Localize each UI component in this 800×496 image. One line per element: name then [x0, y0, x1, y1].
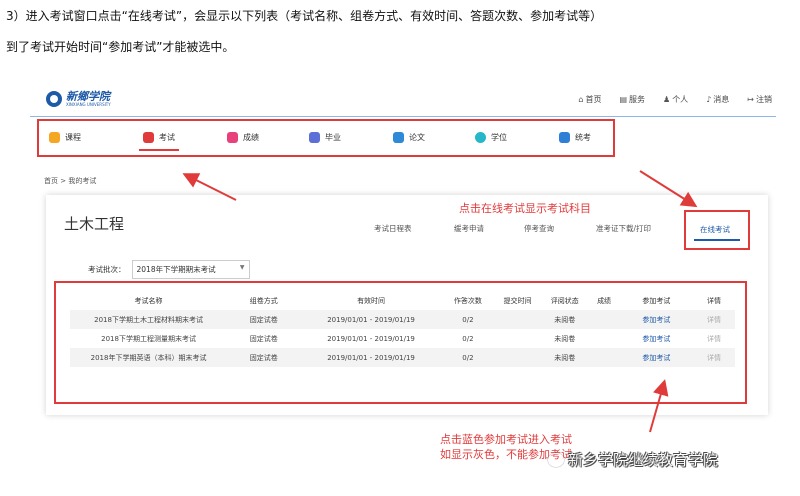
col-submit-time: 提交时间 — [503, 296, 532, 305]
exam-table: 考试名称 组卷方式 有效时间 作答次数 提交时间 评阅状态 成绩 参加考试 详情… — [70, 291, 735, 367]
topnav-personal[interactable]: ♟ 个人 — [663, 94, 688, 105]
service-icon: ▤ — [619, 95, 628, 104]
join-exam-link[interactable]: 参加考试 — [620, 329, 693, 348]
breadcrumb: 首页 > 我的考试 — [44, 177, 97, 185]
subtab-schedule[interactable]: 考试日程表 — [374, 223, 412, 234]
graduation-icon — [309, 132, 320, 143]
home-icon: ⌂ — [578, 95, 584, 104]
exam-batch-filter: 考试批次： 2018年下学期期末考试 ▼ — [88, 260, 250, 279]
table-row: 2018下学期工程测量期末考试 固定试卷 2019/01/01 - 2019/0… — [70, 329, 735, 348]
table-row: 2018年下学期英语（本科）期末考试 固定试卷 2019/01/01 - 201… — [70, 348, 735, 367]
university-logo[interactable]: 新鄉学院 XINXIANG UNIVERSITY — [46, 91, 111, 107]
join-exam-link[interactable]: 参加考试 — [619, 348, 694, 367]
graduation-cap-icon — [475, 132, 486, 143]
topnav-logout[interactable]: ↦ 注销 — [747, 94, 772, 105]
details-link[interactable]: 详情 — [693, 329, 735, 348]
subtab-suspension[interactable]: 停考查询 — [524, 223, 554, 234]
module-tab-grades[interactable]: 成绩 — [227, 132, 259, 143]
course-icon — [49, 132, 60, 143]
logo-emblem-icon — [46, 91, 62, 107]
topnav-home[interactable]: ⌂ 首页 — [578, 94, 601, 105]
exam-table-highlight: 考试名称 组卷方式 有效时间 作答次数 提交时间 评阅状态 成绩 参加考试 详情… — [54, 281, 747, 404]
col-review-status: 评阅状态 — [550, 296, 579, 305]
subtab-online-exam[interactable]: 在线考试 — [684, 210, 750, 250]
header-divider — [30, 116, 776, 117]
batch-label: 考试批次： — [88, 265, 126, 274]
topnav-messages[interactable]: ♪ 消息 — [706, 94, 729, 105]
col-exam-name: 考试名称 — [134, 296, 163, 305]
thesis-icon — [393, 132, 404, 143]
col-join-exam: 参加考试 — [642, 296, 671, 305]
details-link[interactable]: 详情 — [693, 348, 735, 367]
book-icon — [559, 132, 570, 143]
bell-icon: ♪ — [706, 95, 712, 104]
module-tab-graduation[interactable]: 毕业 — [309, 132, 341, 143]
logo-name: 新鄉学院 — [66, 90, 110, 103]
col-paper-mode: 组卷方式 — [249, 296, 278, 305]
logout-icon: ↦ — [747, 95, 754, 104]
top-nav: ⌂ 首页 ▤ 服务 ♟ 个人 ♪ 消息 ↦ 注销 — [578, 94, 772, 105]
instruction-line-2: 到了考试开始时间“参加考试”才能被选中。 — [6, 40, 235, 54]
join-exam-link[interactable]: 参加考试 — [619, 310, 694, 329]
major-title: 土木工程 — [64, 215, 125, 233]
module-tab-courses[interactable]: 课程 — [49, 132, 81, 143]
col-score: 成绩 — [597, 296, 612, 305]
watermark: 新乡学院继续教育学院 — [548, 449, 718, 470]
details-link[interactable]: 详情 — [693, 310, 735, 329]
annotation-online-exam: 点击在线考试显示考试科目 — [459, 202, 591, 215]
subtab-admission-ticket[interactable]: 准考证下载/打印 — [596, 223, 651, 234]
topnav-service[interactable]: ▤ 服务 — [619, 94, 645, 105]
module-tabs: 课程 考试 成绩 毕业 论文 学位 统考 — [37, 119, 615, 157]
module-tab-thesis[interactable]: 论文 — [393, 132, 425, 143]
module-tab-unified-exam[interactable]: 统考 — [559, 132, 591, 143]
subtab-deferral[interactable]: 缓考申请 — [454, 223, 484, 234]
batch-select[interactable]: 2018年下学期期末考试 ▼ — [131, 260, 250, 279]
module-tab-degree[interactable]: 学位 — [475, 132, 507, 143]
instruction-line-1: 3）进入考试窗口点击“在线考试”，会显示以下列表（考试名称、组卷方式、有效时间、… — [6, 9, 603, 23]
portal-screenshot: 新鄉学院 XINXIANG UNIVERSITY ⌂ 首页 ▤ 服务 ♟ 个人 ♪ 消息… — [0, 75, 800, 496]
grade-icon — [227, 132, 238, 143]
module-tab-exams[interactable]: 考试 — [139, 132, 179, 151]
col-attempts: 作答次数 — [453, 296, 482, 305]
exam-icon — [143, 132, 154, 143]
wechat-icon — [548, 452, 564, 467]
chevron-down-icon: ▼ — [239, 264, 245, 271]
person-icon: ♟ — [663, 95, 671, 104]
col-details: 详情 — [707, 296, 722, 305]
logo-english: XINXIANG UNIVERSITY — [66, 102, 111, 107]
col-valid-time: 有效时间 — [357, 296, 386, 305]
table-row: 2018下学期土木工程材料期末考试 固定试卷 2019/01/01 - 2019… — [70, 310, 735, 329]
